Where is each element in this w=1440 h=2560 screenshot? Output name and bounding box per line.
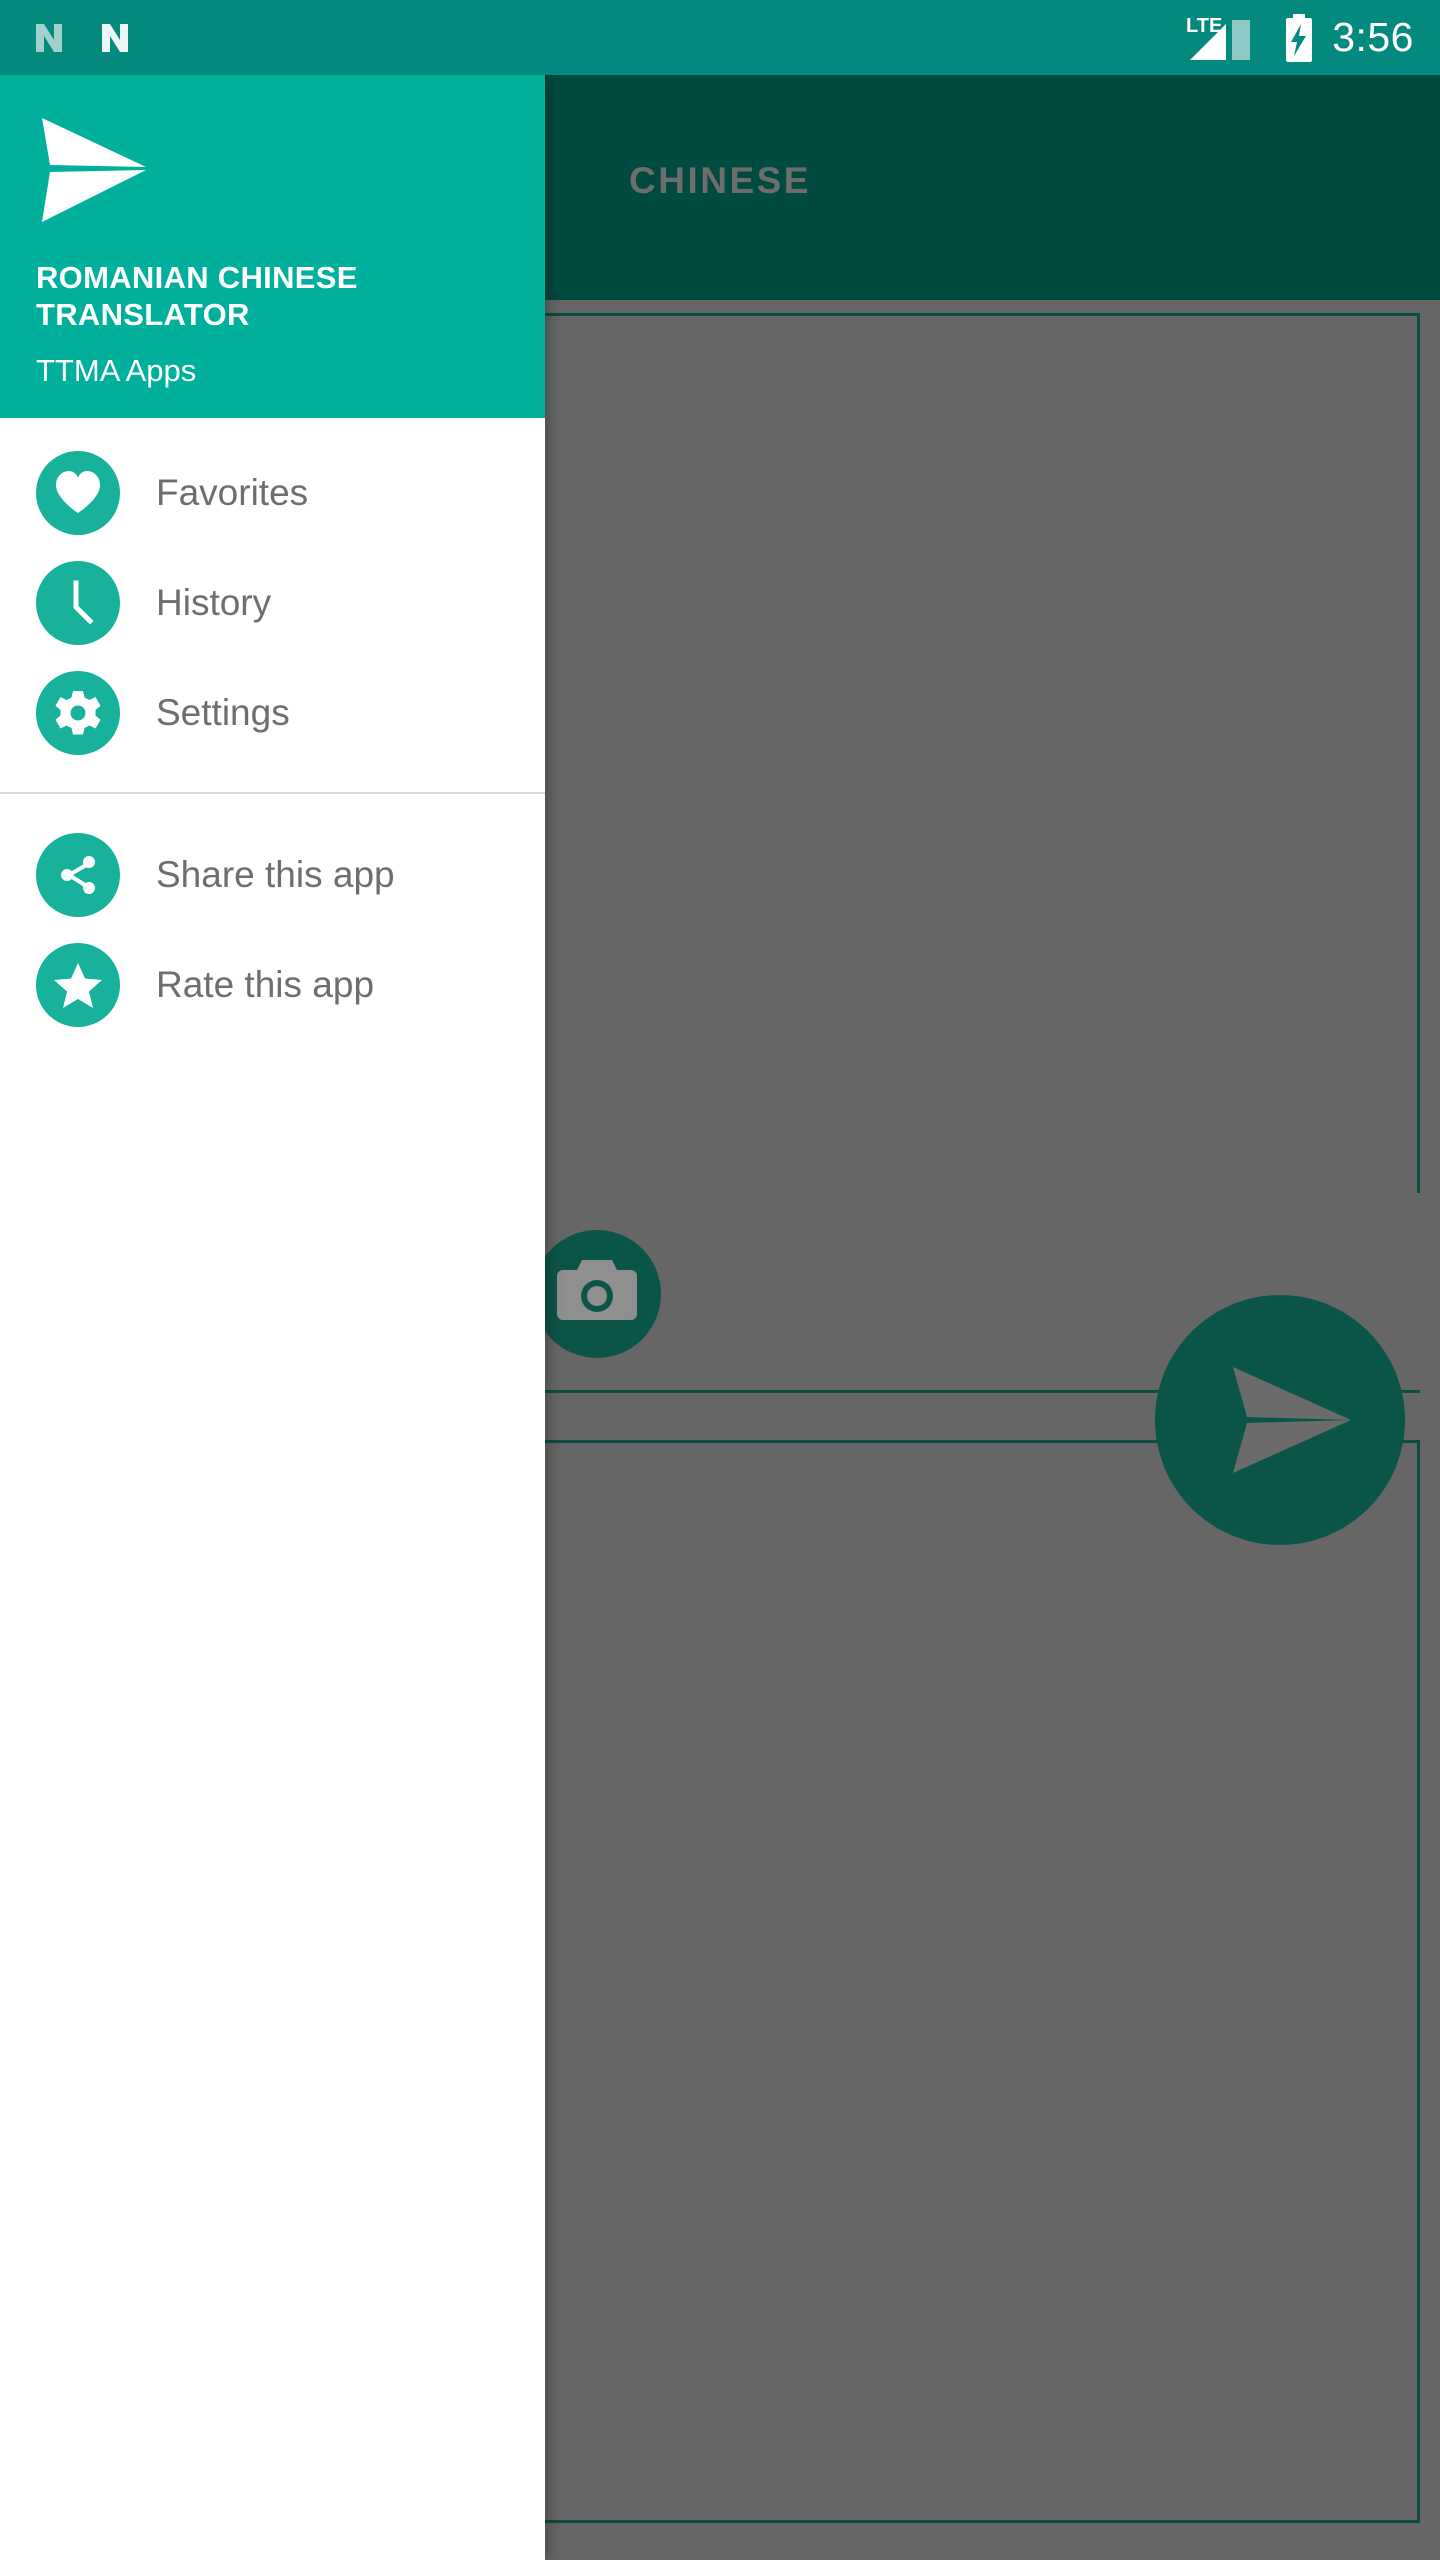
send-button[interactable] (1155, 1295, 1405, 1545)
paper-plane-logo (42, 118, 146, 222)
navigation-drawer: ROMANIAN CHINESE TRANSLATOR TTMA Apps Fa… (0, 75, 545, 2560)
signal-bars-icon: LTE (1186, 15, 1251, 60)
drawer-item-settings[interactable]: Settings (0, 658, 545, 768)
heart-icon (36, 451, 120, 535)
drawer-item-rate-this-app[interactable]: Rate this app (0, 930, 545, 1040)
drawer-item-share-this-app[interactable]: Share this app (0, 820, 545, 930)
drawer-item-label: Share this app (156, 854, 395, 895)
drawer-menu: Favorites History Settings Share this ap… (0, 418, 545, 1040)
camera-button[interactable] (533, 1230, 661, 1358)
drawer-header: ROMANIAN CHINESE TRANSLATOR TTMA Apps (0, 75, 545, 418)
status-bar: LTE 3:56 (0, 0, 1440, 75)
drawer-app-subtitle: TTMA Apps (36, 353, 197, 388)
camera-icon (557, 1260, 637, 1320)
drawer-item-label: Settings (156, 692, 290, 733)
drawer-item-history[interactable]: History (0, 548, 545, 658)
battery-charging-icon (1286, 13, 1313, 62)
drawer-divider (0, 792, 545, 794)
gear-icon (36, 671, 120, 755)
status-bar-system-icons: LTE 3:56 (1186, 0, 1414, 75)
send-icon (1233, 1367, 1351, 1473)
clock-icon (36, 561, 120, 645)
share-icon (36, 833, 120, 917)
drawer-item-favorites[interactable]: Favorites (0, 438, 545, 548)
android-n-icon (102, 23, 128, 52)
android-n-icon (36, 23, 62, 52)
drawer-item-label: Favorites (156, 472, 309, 513)
status-bar-notifications (26, 0, 136, 75)
drawer-item-label: Rate this app (156, 964, 375, 1005)
star-icon (36, 943, 120, 1027)
drawer-item-label: History (156, 582, 272, 623)
status-bar-clock: 3:56 (1332, 14, 1414, 60)
app-screen: CHINESE LTE 3:56 ROMANIAN CHINESE TRANSL… (0, 0, 1440, 2560)
drawer-app-title: ROMANIAN CHINESE TRANSLATOR (36, 260, 358, 332)
